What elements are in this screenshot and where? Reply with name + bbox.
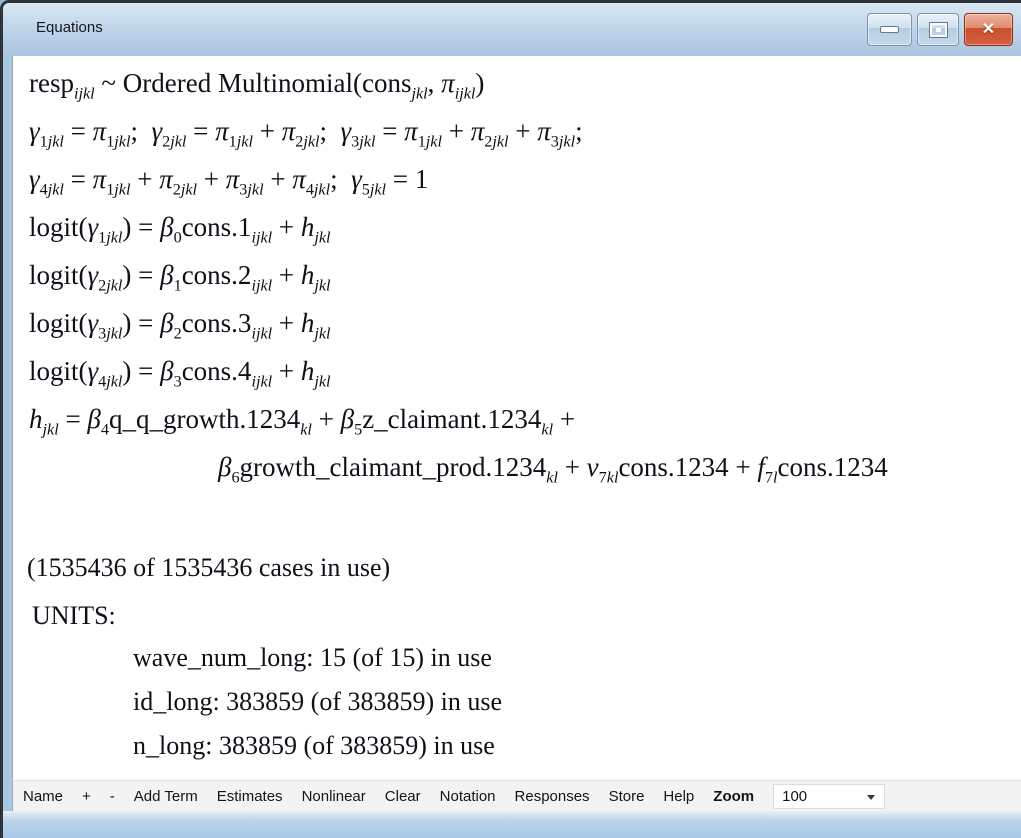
equations-pane: respijkl ~ Ordered Multinomial(consjkl, …: [12, 56, 1021, 780]
equations-list: respijkl ~ Ordered Multinomial(consjkl, …: [13, 59, 1021, 491]
window-title: Equations: [36, 19, 103, 36]
toolbar-button-zoom[interactable]: Zoom: [713, 788, 754, 805]
chevron-down-icon: [867, 795, 875, 800]
unit-line: wave_num_long: 15 (of 15) in use: [13, 636, 1021, 680]
toolbar-button-nonlinear[interactable]: Nonlinear: [302, 788, 366, 805]
window-bottom-frame: [3, 811, 1021, 838]
toolbar-button-clear[interactable]: Clear: [385, 788, 421, 805]
equation-line[interactable]: β6growth_claimant_prod.1234kl + v7klcons…: [13, 443, 1021, 491]
cases-in-use-text: (1535436 of 1535436 cases in use): [13, 548, 1021, 588]
equations-window: Equations ✕ respijkl ~ Ordered Multinomi…: [0, 0, 1021, 838]
toolbar-button-name[interactable]: Name: [23, 788, 63, 805]
toolbar-button-add-term[interactable]: Add Term: [134, 788, 198, 805]
zoom-level-value: 100: [782, 788, 807, 805]
equation-line[interactable]: hjkl = β4q_q_growth.1234kl + β5z_claiman…: [13, 395, 1021, 443]
equation-line[interactable]: logit(γ4jkl) = β3cons.4ijkl + hjkl: [13, 347, 1021, 395]
toolbar-button-estimates[interactable]: Estimates: [217, 788, 283, 805]
close-button[interactable]: ✕: [964, 13, 1013, 46]
equations-toolbar: Name + - Add Term Estimates Nonlinear Clear Not…: [12, 780, 1021, 811]
unit-line: id_long: 383859 (of 383859) in use: [13, 680, 1021, 724]
equation-line[interactable]: logit(γ2jkl) = β1cons.2ijkl + hjkl: [13, 251, 1021, 299]
equation-line[interactable]: γ1jkl = π1jkl; γ2jkl = π1jkl + π2jkl; γ3…: [13, 107, 1021, 155]
zoom-level-select[interactable]: 100: [773, 784, 885, 809]
toolbar-button-responses[interactable]: Responses: [515, 788, 590, 805]
minimize-button[interactable]: [867, 13, 912, 46]
units-label: UNITS:: [13, 596, 1021, 636]
minimize-icon: [880, 26, 899, 33]
close-icon: ✕: [982, 22, 995, 38]
restore-icon: [930, 23, 947, 37]
toolbar-button-help[interactable]: Help: [663, 788, 694, 805]
toolbar-button-notation[interactable]: Notation: [440, 788, 496, 805]
window-controls: ✕: [867, 13, 1013, 46]
equation-line[interactable]: logit(γ3jkl) = β2cons.3ijkl + hjkl: [13, 299, 1021, 347]
equation-line[interactable]: respijkl ~ Ordered Multinomial(consjkl, …: [13, 59, 1021, 107]
restore-button[interactable]: [917, 13, 959, 46]
unit-line: n_long: 383859 (of 383859) in use: [13, 724, 1021, 768]
units-list: wave_num_long: 15 (of 15) in useid_long:…: [13, 636, 1021, 768]
equation-line[interactable]: γ4jkl = π1jkl + π2jkl + π3jkl + π4jkl; γ…: [13, 155, 1021, 203]
toolbar-button-store[interactable]: Store: [609, 788, 645, 805]
title-bar[interactable]: Equations ✕: [3, 3, 1021, 56]
toolbar-button-[interactable]: +: [82, 788, 91, 805]
toolbar-button-[interactable]: -: [110, 788, 115, 805]
equation-line[interactable]: logit(γ1jkl) = β0cons.1ijkl + hjkl: [13, 203, 1021, 251]
